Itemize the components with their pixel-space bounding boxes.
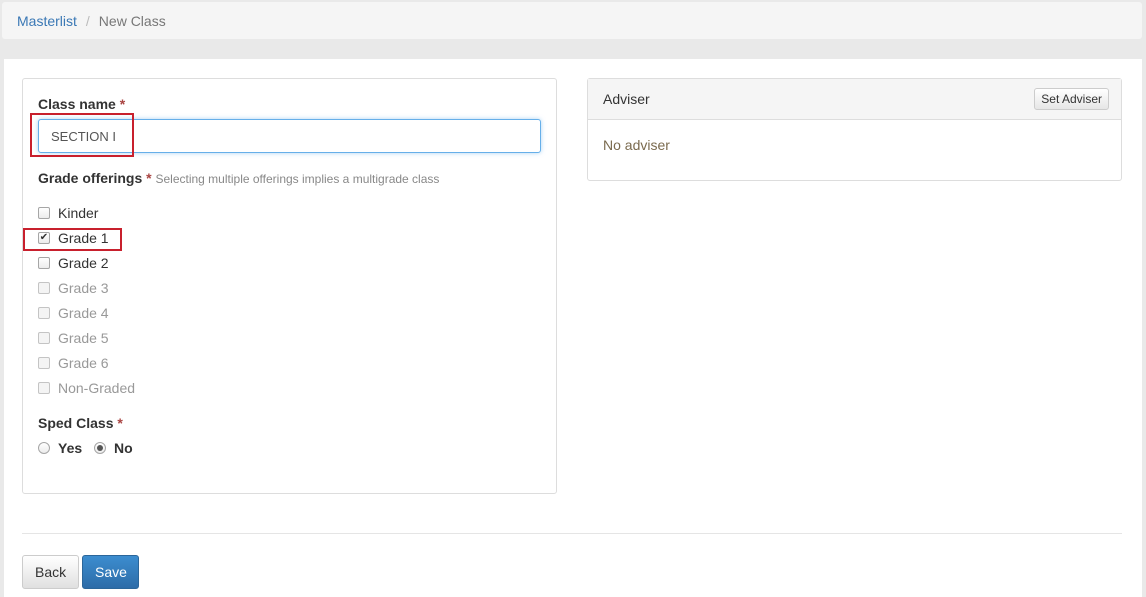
required-mark: * [117,415,123,431]
checkbox[interactable]: ✔ [38,232,50,244]
grade-option-non-graded[interactable]: Non-Graded [38,378,135,398]
adviser-panel: Adviser Set Adviser No adviser [587,78,1122,181]
adviser-empty-text: No adviser [603,137,670,153]
grade-option-label: Grade 2 [58,255,109,271]
sped-option-label: No [114,440,133,456]
sped-option-yes[interactable]: Yes [38,438,82,458]
class-name-input[interactable] [38,119,541,153]
grade-offerings-hint: Selecting multiple offerings implies a m… [155,172,440,186]
checkbox[interactable] [38,307,50,319]
checkbox[interactable] [38,332,50,344]
breadcrumb-current: New Class [98,12,166,29]
grade-offerings-label-text: Grade offerings [38,170,143,186]
radio-button[interactable] [38,442,50,454]
grade-option-label: Grade 1 [58,230,109,246]
class-name-label-text: Class name [38,96,116,112]
sped-class-label: Sped Class * [38,415,123,431]
grade-option-kinder[interactable]: Kinder [38,203,98,223]
class-name-label: Class name * [38,96,125,112]
adviser-panel-header: Adviser Set Adviser [588,79,1121,120]
checkmark-icon: ✔ [39,232,49,243]
breadcrumb-masterlist-link[interactable]: Masterlist [17,13,77,29]
grade-option-grade-1[interactable]: ✔ Grade 1 [38,228,109,248]
grade-option-label: Grade 6 [58,355,109,371]
grade-option-label: Non-Graded [58,380,136,396]
grade-option-label: Grade 3 [58,280,109,296]
grade-option-grade-5[interactable]: Grade 5 [38,328,109,348]
adviser-title: Adviser [603,91,650,107]
grade-option-label: Grade 5 [58,330,109,346]
required-mark: * [146,170,152,186]
grade-option-grade-2[interactable]: Grade 2 [38,253,109,273]
grade-option-label: Grade 4 [58,305,109,321]
grade-option-grade-6[interactable]: Grade 6 [38,353,109,373]
sped-class-label-text: Sped Class [38,415,114,431]
checkbox[interactable] [38,207,50,219]
checkbox[interactable] [38,382,50,394]
set-adviser-button[interactable]: Set Adviser [1034,88,1109,110]
class-form-panel: Class name * Grade offerings * Selecting… [22,78,557,494]
grade-offerings-label: Grade offerings * Selecting multiple off… [38,170,439,186]
breadcrumb-separator: / [85,12,90,29]
sped-option-label: Yes [58,440,83,456]
form-divider [22,533,1122,534]
sped-option-no[interactable]: No [94,438,133,458]
required-mark: * [119,96,126,112]
grade-option-label: Kinder [58,205,99,221]
breadcrumb: Masterlist / New Class [2,2,1142,39]
checkbox[interactable] [38,257,50,269]
back-button[interactable]: Back [22,555,79,589]
checkbox[interactable] [38,357,50,369]
grade-option-grade-3[interactable]: Grade 3 [38,278,109,298]
page-content: Class name * Grade offerings * Selecting… [4,59,1142,597]
radio-selected-dot [97,445,103,451]
save-button[interactable]: Save [82,555,139,589]
grade-option-grade-4[interactable]: Grade 4 [38,303,109,323]
radio-button[interactable] [94,442,106,454]
checkbox[interactable] [38,282,50,294]
